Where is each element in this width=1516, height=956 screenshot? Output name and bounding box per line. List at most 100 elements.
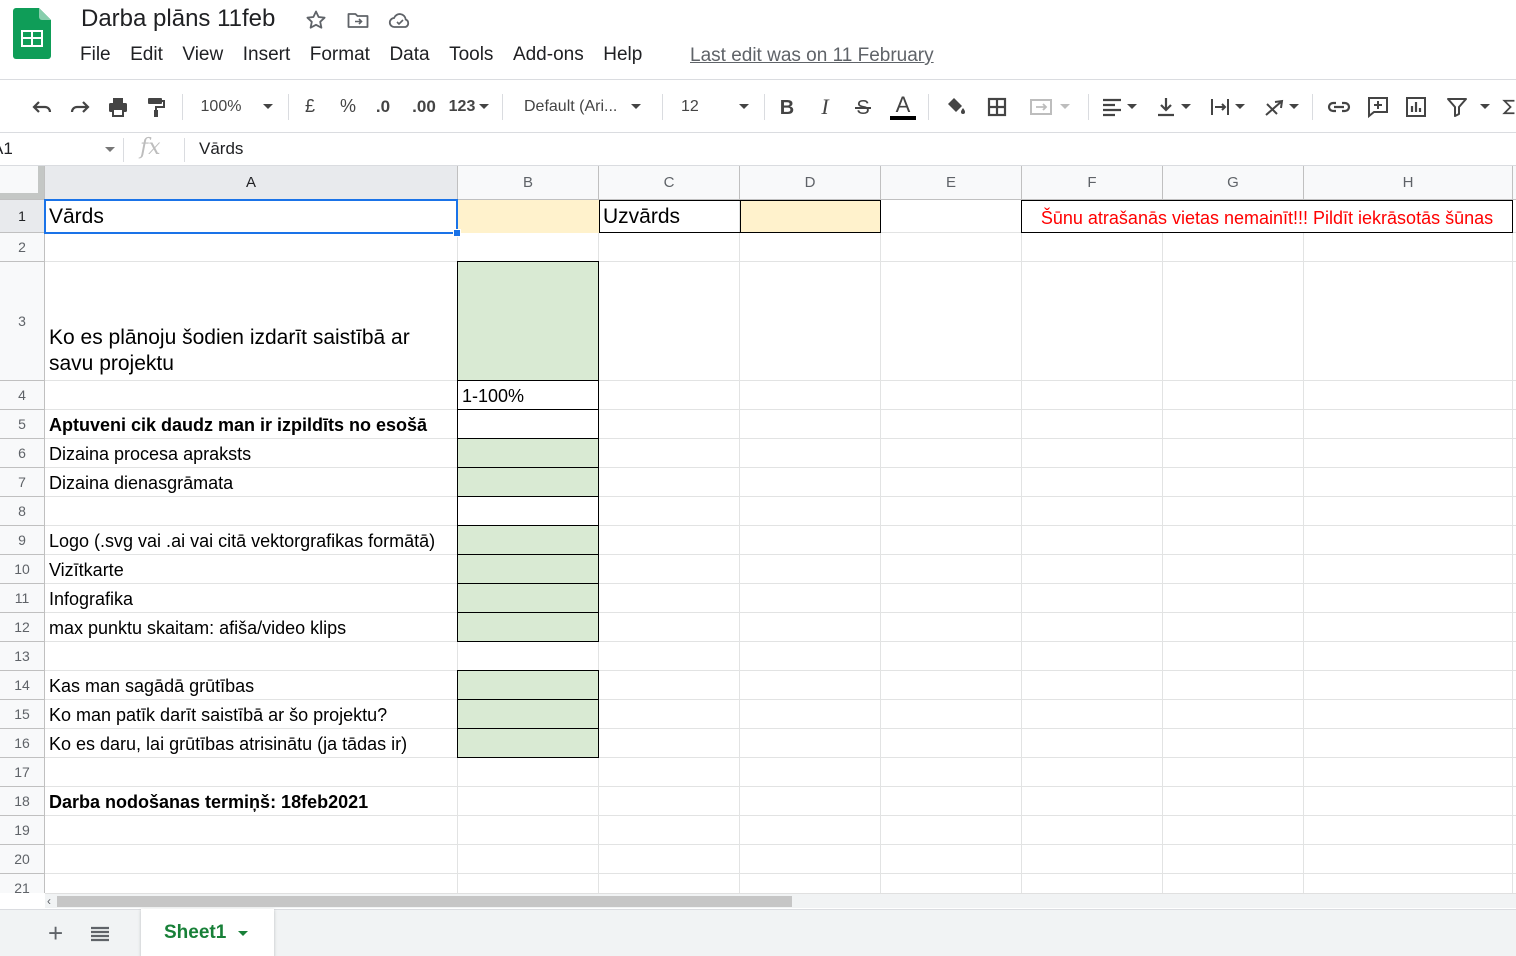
row-header-5[interactable]: 5 [0,410,45,439]
menu-tools[interactable]: Tools [449,44,493,70]
column-header-h[interactable]: H [1304,166,1513,200]
cell-b16-input[interactable] [457,728,599,758]
cell-b12-input[interactable] [457,612,599,642]
cell-b3-input[interactable] [457,261,599,381]
menu-data[interactable]: Data [389,44,429,70]
fill-handle[interactable] [453,229,461,237]
undo-button[interactable] [26,80,58,133]
cell-a7[interactable]: Dizaina dienasgrāmata [45,468,233,497]
google-sheets-logo-icon[interactable] [13,8,51,59]
cell-b14-input[interactable] [457,670,599,700]
row-header-17[interactable]: 17 [0,758,45,787]
format-percent-button[interactable]: % [333,80,363,133]
cell-b10-input[interactable] [457,554,599,584]
cell-b11-input[interactable] [457,583,599,613]
fill-color-button[interactable] [940,80,972,133]
cell-b7-input[interactable] [457,467,599,497]
font-size-select[interactable]: 12 [670,80,756,133]
decrease-decimal-button[interactable]: .0 [368,80,398,133]
strikethrough-button[interactable]: S [848,80,878,133]
cell-b5[interactable] [457,409,599,439]
spreadsheet-grid[interactable]: A B C D E F G H 1 2 3 4 5 6 7 8 9 10 11 … [0,166,1516,893]
cell-f1-warning[interactable]: Šūnu atrašanās vietas nemainīt!!! Pildīt… [1022,200,1512,233]
row-header-12[interactable]: 12 [0,613,45,642]
text-wrapping-button[interactable] [1204,80,1250,133]
menu-file[interactable]: File [80,44,111,70]
row-header-3[interactable]: 3 [0,262,45,381]
row-header-15[interactable]: 15 [0,700,45,729]
cell-a18[interactable]: Darba nodošanas termiņš: 18feb2021 [45,787,368,816]
cell-a14[interactable]: Kas man sagādā grūtības [45,671,254,700]
cell-a11[interactable]: Infografika [45,584,133,613]
row-header-8[interactable]: 8 [0,497,45,526]
cell-b6-input[interactable] [457,438,599,468]
name-box[interactable]: A1 [0,139,13,159]
increase-decimal-button[interactable]: .00 [406,80,442,133]
vertical-align-button[interactable] [1150,80,1196,133]
cell-a3[interactable]: Ko es plānoju šodien izdarīt saistībā ar… [45,262,457,381]
horizontal-scrollbar[interactable]: ‹ [45,893,1516,908]
redo-button[interactable] [64,80,96,133]
insert-chart-button[interactable] [1400,80,1432,133]
column-header-g[interactable]: G [1163,166,1304,200]
sheet-tab-sheet1[interactable]: Sheet1 [141,909,274,956]
column-header-e[interactable]: E [881,166,1022,200]
menu-format[interactable]: Format [310,44,370,70]
column-header-a[interactable]: A [45,166,458,200]
document-title[interactable]: Darba plāns 11feb [81,5,275,33]
cell-a10[interactable]: Vizītkarte [45,555,124,584]
horizontal-align-button[interactable] [1096,80,1142,133]
cell-a16[interactable]: Ko es daru, lai grūtības atrisinātu (ja … [45,729,407,758]
format-currency-button[interactable]: £ [295,80,325,133]
text-rotation-button[interactable] [1258,80,1304,133]
paint-format-button[interactable] [140,80,172,133]
insert-link-button[interactable] [1322,80,1356,133]
all-sheets-icon[interactable] [90,926,110,942]
add-sheet-button[interactable]: + [48,920,63,946]
functions-button[interactable] [1502,80,1516,133]
cell-b4-text[interactable]: 1-100% [458,381,524,410]
number-format-select[interactable]: 123 [446,80,492,133]
cloud-saved-icon[interactable] [388,8,412,32]
menu-help[interactable]: Help [603,44,642,70]
select-all-corner[interactable] [0,166,45,200]
row-header-4[interactable]: 4 [0,381,45,410]
star-icon[interactable] [304,8,328,32]
menu-add-ons[interactable]: Add-ons [513,44,584,70]
zoom-select[interactable]: 100% [192,80,282,133]
row-header-18[interactable]: 18 [0,787,45,816]
last-edit-link[interactable]: Last edit was on 11 February [690,45,934,67]
cell-a6[interactable]: Dizaina procesa apraksts [45,439,251,468]
text-color-button[interactable]: A [886,80,920,133]
chevron-down-icon[interactable] [105,147,115,152]
column-header-c[interactable]: C [599,166,740,200]
row-header-9[interactable]: 9 [0,526,45,555]
print-button[interactable] [102,80,134,133]
row-header-1[interactable]: 1 [0,200,45,233]
formula-input[interactable]: Vārds [199,139,243,159]
cell-d1-input[interactable] [740,200,881,233]
cell-c1-text[interactable]: Uzvārds [599,200,680,233]
row-header-7[interactable]: 7 [0,468,45,497]
insert-comment-button[interactable] [1362,80,1394,133]
row-header-16[interactable]: 16 [0,729,45,758]
cell-a5[interactable]: Aptuveni cik daudz man ir izpildīts no e… [45,410,427,439]
cell-a12[interactable]: max punktu skaitam: afiša/video klips [45,613,346,642]
column-header-d[interactable]: D [740,166,881,200]
borders-button[interactable] [981,80,1013,133]
italic-button[interactable]: I [810,80,840,133]
move-to-folder-icon[interactable] [346,8,370,32]
bold-button[interactable]: B [772,80,802,133]
cell-b8[interactable] [457,496,599,526]
freeze-row-handle[interactable] [0,193,44,199]
row-header-14[interactable]: 14 [0,671,45,700]
row-header-13[interactable]: 13 [0,642,45,671]
menu-edit[interactable]: Edit [130,44,163,70]
scrollbar-thumb[interactable] [57,896,792,907]
menu-view[interactable]: View [182,44,223,70]
merge-cells-button[interactable] [1020,80,1078,133]
column-header-b[interactable]: B [458,166,599,200]
cell-b1-input[interactable] [458,200,599,233]
scroll-left-icon[interactable]: ‹ [47,894,51,908]
row-header-6[interactable]: 6 [0,439,45,468]
